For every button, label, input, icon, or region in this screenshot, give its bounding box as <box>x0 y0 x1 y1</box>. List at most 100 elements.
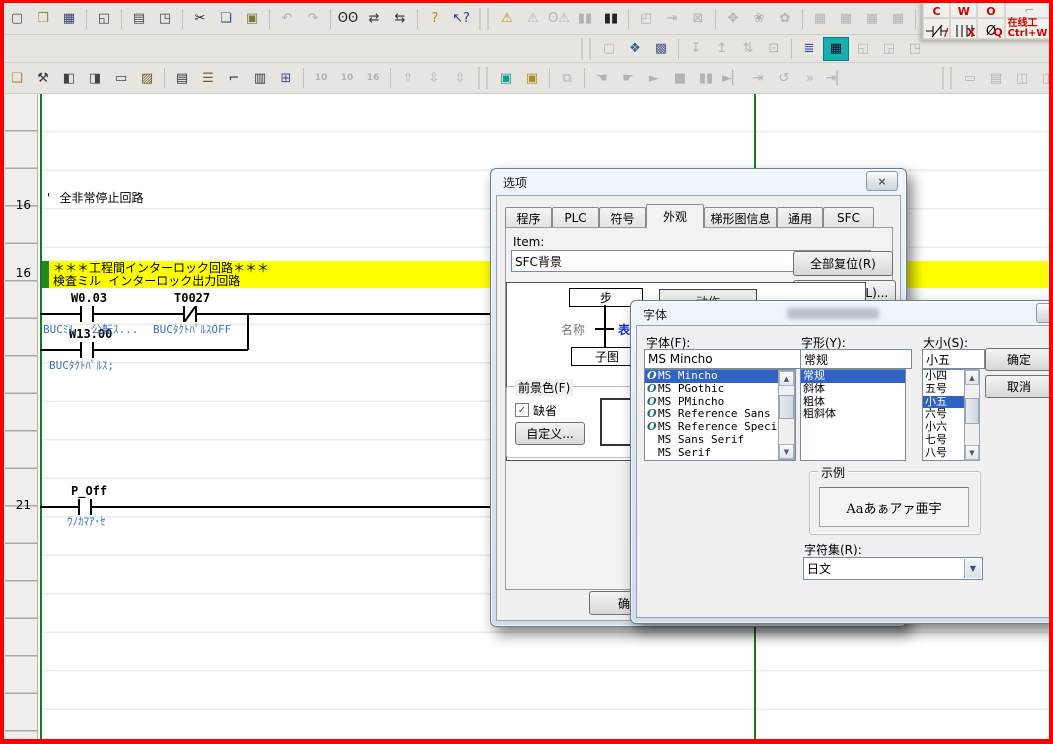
list-item[interactable]: 小四 <box>923 370 965 383</box>
go-to-next-icon[interactable]: ⇩ <box>422 67 446 89</box>
program-structure-icon[interactable]: ≣ <box>797 38 821 60</box>
compile-icon[interactable]: ⚠ <box>495 8 519 30</box>
project-export-icon[interactable]: ❏ <box>5 67 29 89</box>
list-item[interactable]: 六号 <box>923 408 965 421</box>
scroll-down-icon[interactable]: ▼ <box>965 445 979 460</box>
scroll-down-icon[interactable]: ▼ <box>779 444 794 459</box>
monitor-hex-icon[interactable]: 16 <box>361 67 385 89</box>
font-size-field[interactable]: 小五 <box>922 349 985 369</box>
charset-combobox[interactable]: 日文 ▼ <box>803 557 983 580</box>
compile-all-programs-icon[interactable]: ⚠ <box>521 8 545 30</box>
list-item[interactable]: 八号 <box>923 447 965 460</box>
list-item[interactable]: OMS PGothic <box>645 383 795 396</box>
pause-simulation-icon[interactable]: ☚ <box>590 67 614 89</box>
address-reference-icon[interactable]: ◨ <box>83 67 107 89</box>
cut-icon[interactable]: ✂ <box>188 8 212 30</box>
font-size-list[interactable]: 小四五号小五六号小六七号八号 <box>922 369 966 461</box>
font-ok-button[interactable]: 确定 <box>985 348 1053 371</box>
view-symbols-icon[interactable]: ☰ <box>196 67 220 89</box>
options-dialog-titlebar[interactable]: 选项 × <box>491 169 906 193</box>
replace-icon[interactable]: ⇄ <box>362 8 386 30</box>
monitor-decimal-icon[interactable]: 10 <box>309 67 333 89</box>
program-check-icon[interactable]: ◰ <box>634 8 658 30</box>
print-preview-icon[interactable]: ◳ <box>153 8 177 30</box>
list-item[interactable]: 粗体 <box>801 396 905 409</box>
close-icon[interactable]: × <box>866 171 898 191</box>
window-z-icon[interactable]: ◱ <box>851 38 875 60</box>
sim-stop-icon[interactable]: ■ <box>668 67 692 89</box>
cross-reference-icon[interactable]: ◧ <box>57 67 81 89</box>
window-x-icon[interactable]: ◲ <box>877 38 901 60</box>
context-help-icon[interactable]: ↖? <box>449 8 473 30</box>
font-name-list[interactable]: OMS MinchoOMS PGothicOMS PMinchoOMS Refe… <box>644 369 796 461</box>
partial-transfer-icon[interactable]: ⊡ <box>762 38 786 60</box>
grid-settings-icon[interactable]: ▩ <box>649 38 673 60</box>
list-item[interactable]: OMS Reference Speci <box>645 421 795 434</box>
list-item[interactable]: 粗斜体 <box>801 408 905 421</box>
no-contact-W0.03[interactable] <box>78 306 96 322</box>
transfer-options-icon[interactable]: ⧉ <box>555 67 579 89</box>
list-item[interactable]: 五号 <box>923 383 965 396</box>
pause-monitor-icon[interactable]: ▮▮ <box>573 8 597 30</box>
list-item[interactable]: 常规 <box>801 370 905 383</box>
view-ladder-icon[interactable]: ▥ <box>248 67 272 89</box>
run-mode-icon[interactable]: ☛ <box>616 67 640 89</box>
font-style-list[interactable]: 常规斜体粗体粗斜体 <box>800 369 906 461</box>
sim-pause-icon[interactable]: ▮▮ <box>694 67 718 89</box>
closed-contact-button[interactable]: / <box>923 18 950 39</box>
sim-step-out-icon[interactable]: ↺ <box>772 67 796 89</box>
transfer-to-plc-icon[interactable]: ⇥ <box>660 8 684 30</box>
font-style-field[interactable]: 常规 <box>800 349 912 369</box>
sim-to-end-icon[interactable]: ⇥▏ <box>824 67 848 89</box>
contact-device-name[interactable]: W0.03 <box>71 291 107 305</box>
ladder-sym-1-icon[interactable]: ▭ <box>958 67 982 89</box>
compile-program-icon[interactable]: ❖ <box>623 38 647 60</box>
toolbar-grip[interactable] <box>581 38 591 60</box>
find-icon[interactable]: ʘʘ <box>336 8 360 30</box>
work-online-simulator-icon[interactable]: ▣ <box>520 67 544 89</box>
open-file-icon[interactable]: ❐ <box>31 8 55 30</box>
tab-PLC[interactable]: PLC <box>552 207 599 228</box>
work-online-icon[interactable]: ▣ <box>494 67 518 89</box>
help-icon[interactable]: ? <box>423 8 447 30</box>
font-name-field[interactable]: MS Mincho <box>644 349 802 369</box>
sim-play-icon[interactable]: ► <box>642 67 666 89</box>
pause-icon[interactable]: ▮▮ <box>599 8 623 30</box>
monitor-signed-decimal-icon[interactable]: 10 <box>335 67 359 89</box>
list-item[interactable]: OMS Mincho <box>645 370 795 383</box>
build-tools-icon[interactable]: ⚒ <box>31 67 55 89</box>
go-to-previous-icon[interactable]: ⇧ <box>396 67 420 89</box>
toolbar-grip[interactable] <box>942 67 952 89</box>
customize-button[interactable]: 自定义... <box>515 422 585 445</box>
online-tool-1-icon[interactable]: ✥ <box>721 8 745 30</box>
tab-符号[interactable]: 符号 <box>599 207 646 228</box>
scrollbar-thumb[interactable] <box>965 398 979 424</box>
online-tool-3-icon[interactable]: ✿ <box>773 8 797 30</box>
memory-view-3-icon[interactable]: ▦ <box>860 8 884 30</box>
font-cancel-button[interactable]: 取消 <box>985 375 1053 398</box>
find-next-icon[interactable]: ⇆ <box>388 8 412 30</box>
list-item[interactable]: 小六 <box>923 421 965 434</box>
compare-with-plc-icon[interactable]: ⇅ <box>736 38 760 60</box>
view-mnemonic-icon[interactable]: ▤ <box>170 67 194 89</box>
print-icon[interactable]: ▤ <box>127 8 151 30</box>
nc-contact-T0027[interactable] <box>181 306 199 322</box>
ladder-sym-3-icon[interactable]: ◫ <box>1010 67 1034 89</box>
new-file-icon[interactable]: ▢ <box>5 8 29 30</box>
list-item[interactable]: MS Serif <box>645 447 795 460</box>
list-item[interactable]: 七号 <box>923 434 965 447</box>
undo-icon[interactable]: ↶ <box>275 8 299 30</box>
rung-comment[interactable]: ' 全非常停止回路 <box>45 189 143 206</box>
default-checkbox[interactable]: ✓ <box>515 403 529 417</box>
list-item[interactable]: MS Sans Serif <box>645 434 795 447</box>
font-dialog-titlebar[interactable]: 字体 × <box>631 301 1053 325</box>
paste-icon[interactable]: ▣ <box>240 8 264 30</box>
memory-view-4-icon[interactable]: ▦ <box>886 8 910 30</box>
no-contact-W13.00[interactable] <box>78 342 96 358</box>
ladder-sym-2-icon[interactable]: ▤ <box>984 67 1008 89</box>
contact-device-name[interactable]: P_Off <box>71 484 107 498</box>
sim-step-next-icon[interactable]: ►▏ <box>720 67 744 89</box>
redo-icon[interactable]: ↷ <box>301 8 325 30</box>
find-report-icon[interactable]: ʘ⚠ <box>547 8 571 30</box>
go-to-jump-icon[interactable]: ⇳ <box>448 67 472 89</box>
